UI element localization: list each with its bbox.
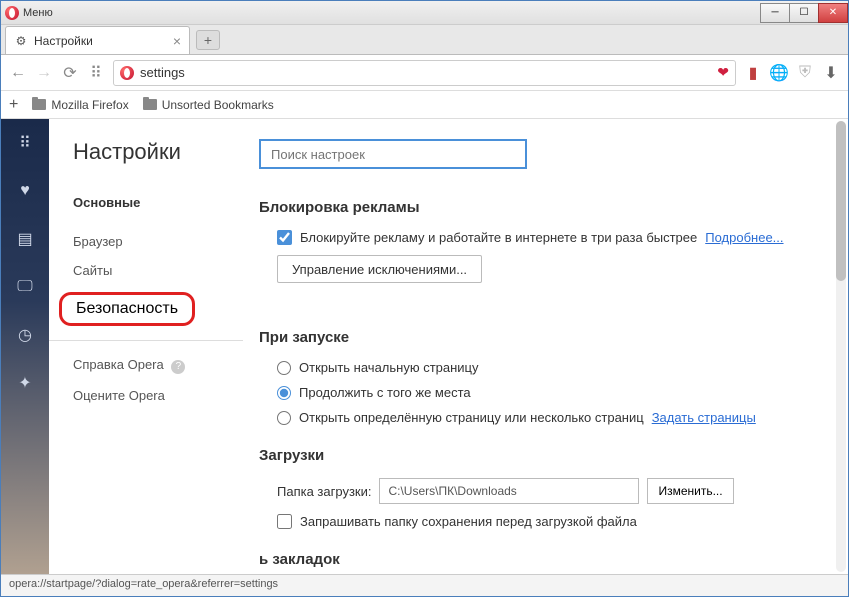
- url-field[interactable]: ❤: [113, 60, 736, 86]
- news-rail-icon[interactable]: ▤: [15, 229, 35, 249]
- startup-section: При запуске Открыть начальную страницу П…: [259, 329, 818, 425]
- tab-bar: ⚙ Настройки × +: [1, 25, 848, 55]
- section-title: Блокировка рекламы: [259, 199, 818, 216]
- new-tab-button[interactable]: +: [196, 30, 220, 50]
- download-folder-input[interactable]: [379, 478, 639, 504]
- back-button[interactable]: ←: [9, 64, 27, 82]
- sidebar-item-security[interactable]: Безопасность: [59, 292, 195, 326]
- minimize-button[interactable]: ─: [760, 3, 790, 23]
- speed-dial-rail-icon[interactable]: ⠿: [15, 133, 35, 153]
- main-content: ⠿ ♥ ▤ 🖵 ◷ ✦ Настройки Основные Браузер С…: [1, 119, 848, 574]
- sidebar-toggle-icon[interactable]: ▮: [744, 64, 762, 82]
- left-rail: ⠿ ♥ ▤ 🖵 ◷ ✦: [1, 119, 49, 574]
- sidebar-item-label: Безопасность: [76, 300, 178, 317]
- change-folder-button[interactable]: Изменить...: [647, 478, 733, 504]
- download-folder-label: Папка загрузки:: [277, 484, 371, 499]
- opera-url-icon: [120, 66, 134, 80]
- bookmarks-bar: + Mozilla Firefox Unsorted Bookmarks: [1, 91, 848, 119]
- settings-sidebar: Настройки Основные Браузер Сайты Безопас…: [49, 119, 259, 574]
- opera-logo-icon[interactable]: [5, 6, 19, 20]
- bookmarks-panel-section: ь закладок: [259, 551, 818, 568]
- startup-radio-home[interactable]: [277, 361, 291, 375]
- sidebar-item-browser[interactable]: Браузер: [73, 234, 259, 249]
- page-title: Настройки: [73, 139, 259, 165]
- sidebar-section-main[interactable]: Основные: [73, 195, 259, 210]
- search-settings-input[interactable]: [259, 139, 527, 169]
- startup-radio-continue[interactable]: [277, 386, 291, 400]
- set-pages-link[interactable]: Задать страницы: [652, 410, 756, 425]
- section-title: ь закладок: [259, 551, 818, 568]
- heart-icon[interactable]: ❤: [717, 64, 729, 81]
- section-title: Загрузки: [259, 447, 818, 464]
- content-scrollbar[interactable]: [836, 121, 846, 572]
- sidebar-item-sites[interactable]: Сайты: [73, 263, 259, 278]
- forward-button[interactable]: →: [35, 64, 53, 82]
- gear-icon: ⚙: [14, 34, 28, 48]
- vpn-globe-icon[interactable]: 🌐: [770, 64, 788, 82]
- radio-label: Продолжить с того же места: [299, 385, 471, 400]
- ask-folder-label: Запрашивать папку сохранения перед загру…: [300, 514, 637, 529]
- scrollbar-thumb[interactable]: [836, 121, 846, 281]
- ask-folder-checkbox[interactable]: [277, 514, 292, 529]
- radio-label: Открыть определённую страницу или нескол…: [299, 410, 644, 425]
- manage-exceptions-button[interactable]: Управление исключениями...: [277, 255, 482, 283]
- status-bar: opera://startpage/?dialog=rate_opera&ref…: [1, 574, 848, 596]
- adblock-label: Блокируйте рекламу и работайте в интерне…: [300, 230, 697, 245]
- url-input[interactable]: [140, 65, 711, 80]
- maximize-button[interactable]: ☐: [789, 3, 819, 23]
- window-titlebar: Меню ─ ☐ ✕: [1, 1, 848, 25]
- folder-icon: [143, 99, 157, 110]
- adblock-section: Блокировка рекламы Блокируйте рекламу и …: [259, 199, 818, 307]
- bookmarks-rail-icon[interactable]: ♥: [15, 181, 35, 201]
- tab-settings[interactable]: ⚙ Настройки ×: [5, 26, 190, 54]
- adblock-checkbox[interactable]: [277, 230, 292, 245]
- tab-close-icon[interactable]: ×: [173, 33, 181, 49]
- downloads-section: Загрузки Папка загрузки: Изменить... Зап…: [259, 447, 818, 529]
- section-title: При запуске: [259, 329, 818, 346]
- reload-button[interactable]: ⟳: [61, 64, 79, 82]
- settings-content: Блокировка рекламы Блокируйте рекламу и …: [259, 119, 848, 574]
- download-icon[interactable]: ⬇: [822, 64, 840, 82]
- sidebar-item-rate[interactable]: Оцените Opera: [73, 388, 259, 403]
- bookmark-folder[interactable]: Mozilla Firefox: [32, 98, 128, 112]
- tabs-rail-icon[interactable]: 🖵: [15, 277, 35, 297]
- help-icon: ?: [171, 360, 185, 374]
- tab-label: Настройки: [34, 34, 93, 48]
- startup-radio-pages[interactable]: [277, 411, 291, 425]
- folder-icon: [32, 99, 46, 110]
- bookmark-folder[interactable]: Unsorted Bookmarks: [143, 98, 274, 112]
- add-bookmark-button[interactable]: +: [9, 96, 18, 114]
- extensions-rail-icon[interactable]: ✦: [15, 373, 35, 393]
- sidebar-item-help[interactable]: Справка Opera ?: [73, 357, 259, 374]
- address-bar: ← → ⟳ ⠿ ❤ ▮ 🌐 ⛨ ⬇: [1, 55, 848, 91]
- close-button[interactable]: ✕: [818, 3, 848, 23]
- adblock-more-link[interactable]: Подробнее...: [705, 230, 783, 245]
- shield-icon[interactable]: ⛨: [796, 64, 814, 82]
- menu-label[interactable]: Меню: [23, 7, 53, 19]
- status-text: opera://startpage/?dialog=rate_opera&ref…: [9, 578, 278, 590]
- radio-label: Открыть начальную страницу: [299, 360, 479, 375]
- history-rail-icon[interactable]: ◷: [15, 325, 35, 345]
- speed-dial-icon[interactable]: ⠿: [87, 64, 105, 82]
